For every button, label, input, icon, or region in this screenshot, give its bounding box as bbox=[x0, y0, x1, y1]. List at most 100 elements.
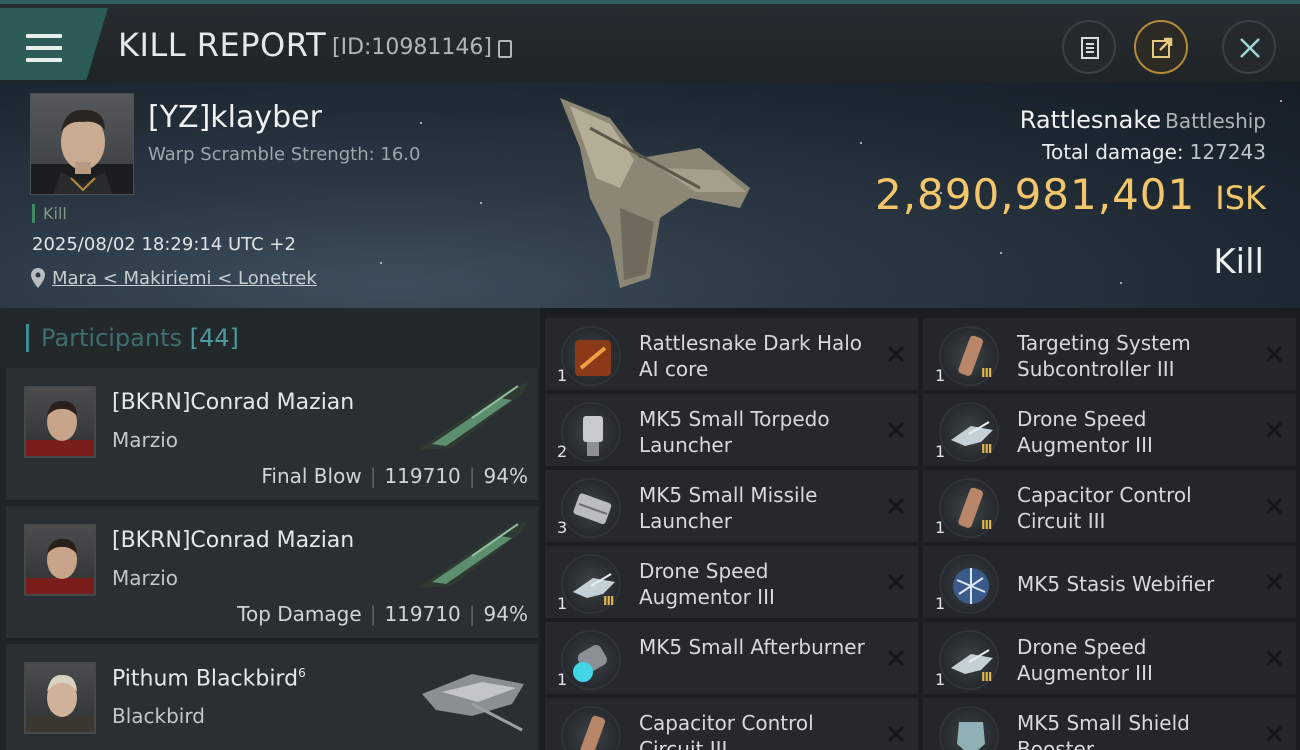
clipboard-icon bbox=[1081, 37, 1099, 59]
rig-canister-icon bbox=[561, 706, 621, 750]
victim-ship-name[interactable]: Rattlesnake Battleship bbox=[1020, 106, 1266, 134]
participant-ship: Blackbird bbox=[112, 704, 205, 728]
item-name: Rattlesnake Dark Halo AI core bbox=[639, 331, 863, 381]
participant-portrait bbox=[24, 386, 96, 458]
ship-class: Battleship bbox=[1165, 109, 1266, 133]
shield-booster-icon bbox=[939, 706, 999, 750]
dropped-items-grid: 1 Rattlesnake Dark Halo AI core 1 III Ta… bbox=[545, 318, 1300, 750]
item-quantity: 1 bbox=[935, 518, 946, 537]
item-quantity: 2 bbox=[557, 442, 568, 461]
item-name: MK5 Stasis Webifier bbox=[1017, 572, 1215, 596]
item-quantity: 1 bbox=[935, 442, 946, 461]
meta-level-badge: III bbox=[603, 594, 614, 608]
participant-ship-image bbox=[418, 382, 528, 450]
item-row[interactable]: 2 MK5 Small Torpedo Launcher bbox=[545, 394, 918, 468]
destroyed-x-icon bbox=[887, 725, 905, 743]
item-row[interactable]: 3 MK5 Small Missile Launcher bbox=[545, 470, 918, 544]
item-name: Drone Speed Augmentor III bbox=[1017, 635, 1153, 685]
participant-ship: Marzio bbox=[112, 428, 179, 452]
participants-title: Participants [44] bbox=[26, 324, 239, 352]
participant-name: Pithum Blackbird6 bbox=[112, 666, 306, 692]
participant-ship-image bbox=[422, 674, 524, 732]
meta-level-badge: III bbox=[981, 670, 992, 684]
victim-summary: [YZ]klayber Warp Scramble Strength: 16.0… bbox=[0, 82, 1300, 308]
item-row[interactable]: Capacitor Control Circuit III bbox=[545, 698, 918, 750]
meta-level-badge: III bbox=[981, 366, 992, 380]
destroyed-x-icon bbox=[1265, 345, 1283, 363]
menu-button[interactable] bbox=[0, 8, 108, 80]
item-row[interactable]: 1 Rattlesnake Dark Halo AI core bbox=[545, 318, 918, 392]
close-icon bbox=[1240, 38, 1260, 58]
destroyed-x-icon bbox=[1265, 649, 1283, 667]
kill-type-badge: Kill bbox=[32, 204, 67, 223]
item-name: MK5 Small Shield Booster bbox=[1017, 711, 1190, 750]
item-row[interactable]: 1 III Drone Speed Augmentor III bbox=[923, 622, 1296, 696]
item-name: MK5 Small Afterburner bbox=[639, 635, 865, 659]
victim-name[interactable]: [YZ]klayber bbox=[148, 100, 322, 135]
kill-id: [ID:10981146] bbox=[332, 35, 492, 60]
participant-name: [BKRN]Conrad Mazian bbox=[112, 528, 355, 553]
item-name: Drone Speed Augmentor III bbox=[639, 559, 775, 609]
item-row[interactable]: 1 MK5 Stasis Webifier bbox=[923, 546, 1296, 620]
participant-card[interactable]: [BKRN]Conrad Mazian Marzio Final Blow | 11… bbox=[6, 368, 538, 502]
item-name: Targeting System Subcontroller III bbox=[1017, 331, 1191, 381]
kill-location-link[interactable]: Mara < Makiriemi < Lonetrek bbox=[52, 268, 317, 289]
item-quantity: 1 bbox=[935, 366, 946, 385]
participants-panel: Participants [44] [BKRN]Conrad Mazian Ma… bbox=[0, 308, 540, 750]
page-title: KILL REPORT bbox=[118, 26, 327, 64]
share-icon bbox=[1152, 37, 1173, 58]
destroyed-x-icon bbox=[1265, 497, 1283, 515]
participants-header: Participants [44] bbox=[0, 308, 540, 368]
warp-scramble-strength: Warp Scramble Strength: 16.0 bbox=[148, 144, 421, 165]
victim-portrait[interactable] bbox=[30, 93, 134, 195]
participant-ship-image bbox=[418, 520, 528, 588]
kill-report-header: KILL REPORT [ID:10981146] bbox=[0, 0, 1300, 82]
meta-level-badge: III bbox=[981, 442, 992, 456]
participant-ship: Marzio bbox=[112, 566, 179, 590]
item-name: MK5 Small Missile Launcher bbox=[639, 483, 818, 533]
isk-value: 2,890,981,401 ISK bbox=[874, 170, 1266, 219]
destroyed-x-icon bbox=[1265, 421, 1283, 439]
item-row[interactable]: 1 III Capacitor Control Circuit III bbox=[923, 470, 1296, 544]
afterburner-icon bbox=[561, 630, 621, 690]
item-row[interactable]: 1 MK5 Small Afterburner bbox=[545, 622, 918, 696]
missile-launcher-icon bbox=[561, 478, 621, 538]
destroyed-x-icon bbox=[887, 497, 905, 515]
kill-datetime: 2025/08/02 18:29:14 UTC +2 bbox=[32, 234, 296, 255]
close-button[interactable] bbox=[1222, 20, 1276, 74]
total-damage: Total damage: 127243 bbox=[1042, 140, 1266, 164]
participant-portrait bbox=[24, 662, 96, 734]
destroyed-x-icon bbox=[1265, 725, 1283, 743]
destroyed-x-icon bbox=[887, 649, 905, 667]
destroyed-x-icon bbox=[887, 573, 905, 591]
hamburger-menu-icon bbox=[26, 34, 62, 62]
destroyed-x-icon bbox=[887, 345, 905, 363]
webifier-icon bbox=[939, 554, 999, 614]
item-quantity: 1 bbox=[557, 366, 568, 385]
participant-stats: Top Damage | 119710 | 94% bbox=[237, 602, 528, 626]
participant-card[interactable]: Pithum Blackbird6 Blackbird bbox=[6, 644, 538, 750]
destroyed-x-icon bbox=[887, 421, 905, 439]
kill-result-label: Kill bbox=[1213, 242, 1264, 282]
torpedo-launcher-icon bbox=[561, 402, 621, 462]
item-name: Capacitor Control Circuit III bbox=[1017, 483, 1192, 533]
participant-portrait bbox=[24, 524, 96, 596]
item-quantity: 1 bbox=[935, 670, 946, 689]
clipboard-button[interactable] bbox=[1062, 20, 1116, 74]
item-row[interactable]: 1 III Targeting System Subcontroller III bbox=[923, 318, 1296, 392]
participant-card[interactable]: [BKRN]Conrad Mazian Marzio Top Damage | 11… bbox=[6, 506, 538, 640]
share-button[interactable] bbox=[1134, 20, 1188, 74]
item-name: Capacitor Control Circuit III bbox=[639, 711, 814, 750]
destroyed-x-icon bbox=[1265, 573, 1283, 591]
item-name: Drone Speed Augmentor III bbox=[1017, 407, 1153, 457]
item-row[interactable]: 1 III Drone Speed Augmentor III bbox=[545, 546, 918, 620]
item-row[interactable]: MK5 Small Shield Booster bbox=[923, 698, 1296, 750]
participant-stats: Final Blow | 119710 | 94% bbox=[261, 464, 528, 488]
copy-icon[interactable] bbox=[498, 40, 512, 58]
participant-name: [BKRN]Conrad Mazian bbox=[112, 390, 355, 415]
ai-core-icon bbox=[561, 326, 621, 386]
item-row[interactable]: 1 III Drone Speed Augmentor III bbox=[923, 394, 1296, 468]
victim-ship-image[interactable] bbox=[550, 88, 760, 298]
item-quantity: 3 bbox=[557, 518, 568, 537]
item-quantity: 1 bbox=[557, 670, 568, 689]
